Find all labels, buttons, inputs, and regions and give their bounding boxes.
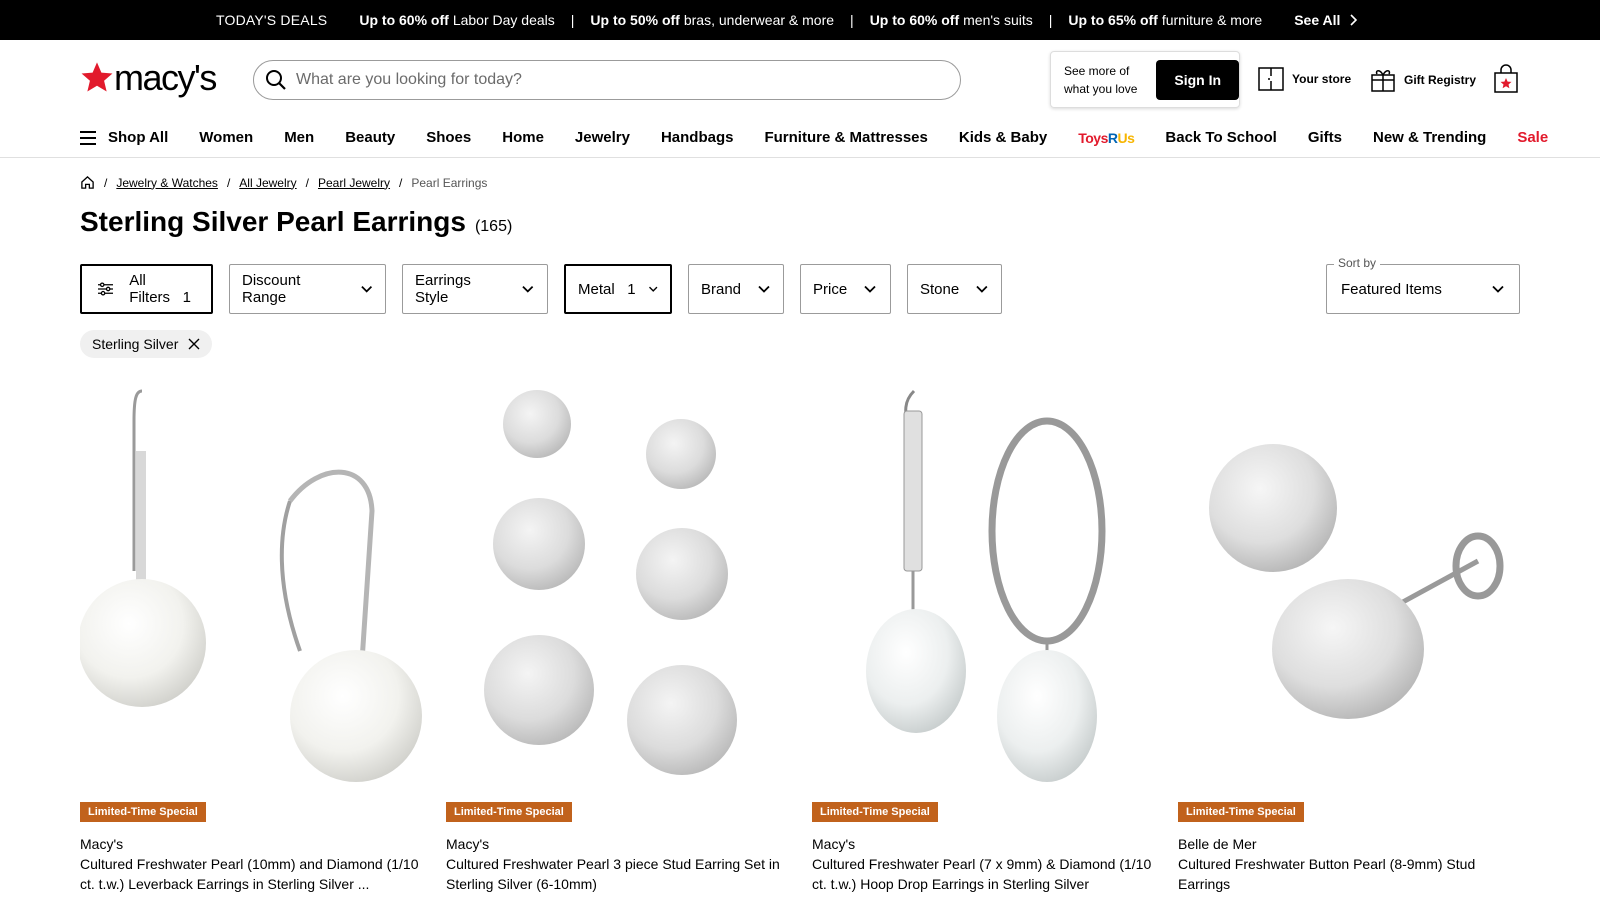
- limited-time-badge: Limited-Time Special: [1178, 802, 1304, 822]
- promo-divider: |: [570, 12, 575, 28]
- promo-deal-1[interactable]: Up to 60% off Labor Day deals: [359, 12, 554, 28]
- promo-divider: |: [1048, 12, 1053, 28]
- all-filters-button[interactable]: All Filters 1: [80, 264, 213, 314]
- gift-icon: [1371, 70, 1395, 92]
- active-filter-chip[interactable]: Sterling Silver: [80, 330, 213, 358]
- product-brand: Macy's: [812, 836, 856, 852]
- chevron-down-icon: [758, 285, 770, 293]
- sign-in-promo-card: See more of what you love Sign In: [1050, 51, 1240, 108]
- nav-item-back-to-school[interactable]: Back To School: [1165, 129, 1276, 146]
- product-brand: Belle de Mer: [1178, 836, 1257, 852]
- product-brand: Macy's: [446, 836, 490, 852]
- sort-by-label: Sort by: [1334, 256, 1381, 270]
- chevron-right-icon: [1350, 14, 1358, 26]
- product-name[interactable]: Cultured Freshwater Button Pearl (8-9mm)…: [1178, 854, 1521, 894]
- limited-time-badge: Limited-Time Special: [812, 802, 938, 822]
- promo-deal-3[interactable]: Up to 60% off men's suits: [870, 12, 1033, 28]
- logo-wordmark: macy's: [114, 57, 217, 98]
- sort-value: Featured Items: [1341, 280, 1442, 298]
- product-grid: Limited-Time Special Macy's Cultured Fre…: [80, 381, 1521, 894]
- nav-item-sale[interactable]: Sale: [1517, 129, 1548, 146]
- breadcrumb-pearl-jewelry[interactable]: Pearl Jewelry: [318, 176, 390, 190]
- metal-filter[interactable]: Metal 1: [564, 264, 672, 314]
- sort-by-dropdown[interactable]: Featured Items: [1326, 264, 1520, 314]
- shop-all-menu[interactable]: Shop All: [80, 129, 168, 146]
- macys-logo[interactable]: macy's: [80, 57, 217, 98]
- chevron-down-icon: [976, 285, 988, 293]
- toys-r-us-logo[interactable]: ToysRUs: [1078, 130, 1135, 146]
- search-input[interactable]: [296, 71, 896, 89]
- nav-item-women[interactable]: Women: [199, 129, 253, 146]
- gift-registry-link[interactable]: Gift Registry: [1370, 67, 1476, 93]
- see-all-deals-link[interactable]: See All: [1294, 12, 1358, 28]
- product-name[interactable]: Cultured Freshwater Pearl 3 piece Stud E…: [446, 854, 789, 894]
- breadcrumb: / Jewelry & Watches / All Jewelry / Pear…: [80, 175, 487, 190]
- chevron-down-icon: [360, 286, 372, 293]
- promo-card-text: See more of what you love: [1064, 63, 1138, 96]
- product-image[interactable]: [446, 381, 789, 796]
- nav-item-home[interactable]: Home: [502, 129, 544, 146]
- nav-item-furniture[interactable]: Furniture & Mattresses: [764, 129, 927, 146]
- limited-time-badge: Limited-Time Special: [446, 802, 572, 822]
- hamburger-menu-icon: [80, 130, 96, 145]
- earrings-style-filter[interactable]: Earrings Style: [402, 264, 548, 314]
- product-image[interactable]: [80, 381, 423, 796]
- nav-item-men[interactable]: Men: [284, 129, 314, 146]
- breadcrumb-all-jewelry[interactable]: All Jewelry: [239, 176, 296, 190]
- nav-item-new-trending[interactable]: New & Trending: [1373, 129, 1486, 146]
- result-count: (165): [474, 218, 513, 235]
- sign-in-button[interactable]: Sign In: [1156, 59, 1239, 100]
- product-card[interactable]: Limited-Time Special Belle de Mer Cultur…: [1178, 381, 1521, 894]
- nav-item-handbags[interactable]: Handbags: [661, 129, 734, 146]
- product-name[interactable]: Cultured Freshwater Pearl (7 x 9mm) & Di…: [812, 854, 1155, 894]
- product-name[interactable]: Cultured Freshwater Pearl (10mm) and Dia…: [80, 854, 423, 894]
- shopping-bag-icon[interactable]: [1493, 64, 1519, 94]
- stone-filter[interactable]: Stone: [907, 264, 1002, 314]
- close-icon[interactable]: [188, 338, 200, 350]
- product-card[interactable]: Limited-Time Special Macy's Cultured Fre…: [80, 381, 423, 894]
- search-bar[interactable]: [253, 60, 961, 100]
- macys-star-icon: [81, 62, 113, 92]
- nav-item-gifts[interactable]: Gifts: [1308, 129, 1342, 146]
- brand-filter[interactable]: Brand: [688, 264, 784, 314]
- product-card[interactable]: Limited-Time Special Macy's Cultured Fre…: [812, 381, 1155, 894]
- todays-deals-label[interactable]: TODAY'S DEALS: [216, 12, 327, 28]
- chevron-down-icon: [864, 285, 876, 293]
- price-filter[interactable]: Price: [800, 264, 891, 314]
- filter-sliders-icon: [98, 282, 114, 296]
- search-icon[interactable]: [264, 68, 288, 92]
- chevron-down-icon: [522, 285, 534, 293]
- chevron-down-icon: [1492, 285, 1504, 293]
- your-store-link[interactable]: Your store: [1258, 67, 1351, 91]
- promo-bar: TODAY'S DEALS Up to 60% off Labor Day dea…: [0, 0, 1600, 40]
- limited-time-badge: Limited-Time Special: [80, 802, 206, 822]
- nav-item-shoes[interactable]: Shoes: [426, 129, 471, 146]
- promo-deal-2[interactable]: Up to 50% off bras, underwear & more: [590, 12, 834, 28]
- store-icon: [1258, 67, 1284, 91]
- nav-item-beauty[interactable]: Beauty: [345, 129, 395, 146]
- main-navigation: Shop All Women Men Beauty Shoes Home Jew…: [0, 118, 1600, 158]
- breadcrumb-jewelry-watches[interactable]: Jewelry & Watches: [116, 176, 218, 190]
- breadcrumb-current: Pearl Earrings: [411, 175, 488, 190]
- product-image[interactable]: [1178, 381, 1521, 796]
- chevron-down-icon: [648, 286, 657, 292]
- product-image[interactable]: [812, 381, 1155, 796]
- chip-label: Sterling Silver: [92, 336, 179, 352]
- site-header: macy's See more of what you love Sign In…: [0, 40, 1600, 118]
- promo-divider: |: [850, 12, 854, 28]
- page-title-block: Sterling Silver Pearl Earrings (165): [80, 206, 512, 238]
- product-brand: Macy's: [80, 836, 124, 852]
- nav-item-jewelry[interactable]: Jewelry: [575, 129, 630, 146]
- home-icon[interactable]: [80, 175, 95, 190]
- discount-range-filter[interactable]: Discount Range: [229, 264, 386, 314]
- promo-deal-4[interactable]: Up to 65% off furniture & more: [1068, 12, 1262, 28]
- nav-item-kids-baby[interactable]: Kids & Baby: [959, 129, 1047, 146]
- page-title: Sterling Silver Pearl Earrings: [80, 206, 466, 237]
- product-card[interactable]: Limited-Time Special Macy's Cultured Fre…: [446, 381, 789, 894]
